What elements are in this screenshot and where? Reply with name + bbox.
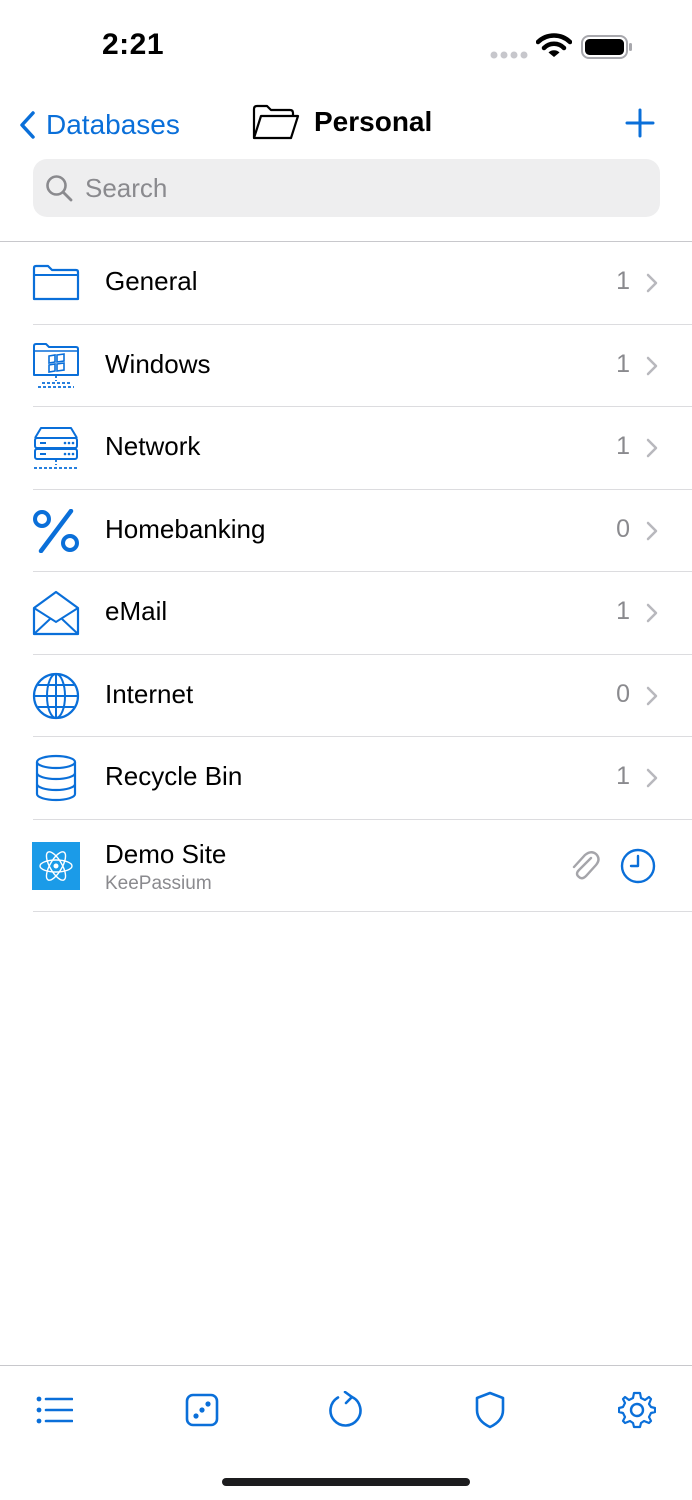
tab-security[interactable] bbox=[470, 1390, 510, 1430]
group-count: 1 bbox=[616, 762, 630, 790]
tab-settings[interactable] bbox=[617, 1390, 657, 1430]
tab-password-generator[interactable] bbox=[182, 1390, 222, 1430]
wifi-icon bbox=[536, 33, 572, 57]
chevron-right-icon bbox=[646, 273, 658, 293]
group-count: 0 bbox=[616, 514, 630, 543]
chevron-right-icon bbox=[646, 356, 658, 375]
group-count: 1 bbox=[616, 597, 630, 625]
group-row-recycle-bin[interactable]: Recycle Bin 1 bbox=[0, 737, 692, 820]
gear-icon bbox=[618, 1391, 656, 1429]
group-name: Internet bbox=[105, 678, 194, 709]
page-title: Personal bbox=[252, 103, 432, 141]
group-row-network[interactable]: Network 1 bbox=[0, 407, 692, 490]
back-button[interactable]: Databases bbox=[18, 105, 180, 145]
paperclip-icon bbox=[572, 850, 600, 879]
chevron-right-icon bbox=[646, 521, 658, 540]
entry-row-demo-site[interactable]: Demo Site KeePassium bbox=[0, 820, 692, 912]
status-bar: 2:21 bbox=[0, 0, 692, 90]
group-count: 1 bbox=[616, 432, 630, 460]
clock-icon bbox=[620, 848, 656, 883]
group-count: 1 bbox=[616, 349, 630, 378]
group-row-homebanking[interactable]: Homebanking 0 bbox=[0, 490, 692, 572]
back-button-label: Databases bbox=[46, 109, 180, 140]
tab-reload[interactable] bbox=[326, 1390, 366, 1430]
chevron-left-icon bbox=[20, 111, 35, 139]
group-name: eMail bbox=[105, 596, 168, 626]
home-indicator bbox=[222, 1478, 470, 1486]
group-list: General 1 Windows 1 Network 1 Homebankin… bbox=[0, 242, 692, 912]
envelope-open-icon bbox=[32, 589, 80, 637]
chevron-right-icon bbox=[646, 603, 658, 623]
battery-icon bbox=[581, 35, 632, 59]
search-icon bbox=[46, 175, 73, 202]
search-bar[interactable] bbox=[33, 159, 660, 217]
tab-list[interactable] bbox=[34, 1390, 74, 1430]
group-count: 0 bbox=[616, 679, 630, 708]
globe-icon bbox=[32, 672, 80, 720]
cellular-signal-icon bbox=[490, 51, 528, 59]
group-name: Homebanking bbox=[105, 513, 266, 544]
folder-icon bbox=[32, 259, 80, 307]
group-row-windows[interactable]: Windows 1 bbox=[0, 325, 692, 407]
shield-icon bbox=[475, 1391, 505, 1429]
list-icon bbox=[36, 1396, 73, 1424]
refresh-icon bbox=[329, 1391, 362, 1427]
chevron-right-icon bbox=[646, 686, 658, 705]
row-separator bbox=[33, 910, 692, 912]
percent-icon bbox=[32, 507, 80, 555]
page-title-label: Personal bbox=[314, 106, 433, 137]
dice-icon bbox=[185, 1393, 219, 1427]
group-row-general[interactable]: General 1 bbox=[0, 242, 692, 325]
add-icon[interactable] bbox=[624, 107, 656, 139]
folder-open-icon bbox=[252, 104, 300, 140]
tab-bar-divider bbox=[0, 1365, 692, 1366]
network-server-icon bbox=[32, 424, 80, 472]
group-name: Windows bbox=[105, 348, 211, 379]
chevron-right-icon bbox=[646, 768, 658, 788]
group-name: Network bbox=[105, 431, 201, 461]
entry-title: Demo Site bbox=[105, 838, 227, 869]
navigation-bar: Databases Personal bbox=[0, 95, 692, 151]
status-time: 2:21 bbox=[102, 28, 165, 61]
group-row-email[interactable]: eMail 1 bbox=[0, 572, 692, 655]
database-icon bbox=[32, 754, 80, 802]
group-name: General bbox=[105, 266, 198, 296]
entry-subtitle: KeePassium bbox=[105, 872, 212, 894]
group-name: Recycle Bin bbox=[105, 761, 243, 791]
search-input[interactable] bbox=[83, 171, 627, 205]
group-count: 1 bbox=[616, 267, 630, 295]
group-row-internet[interactable]: Internet 0 bbox=[0, 655, 692, 737]
atom-icon bbox=[32, 841, 80, 890]
windows-computer-icon bbox=[32, 342, 80, 390]
chevron-right-icon bbox=[646, 438, 658, 458]
